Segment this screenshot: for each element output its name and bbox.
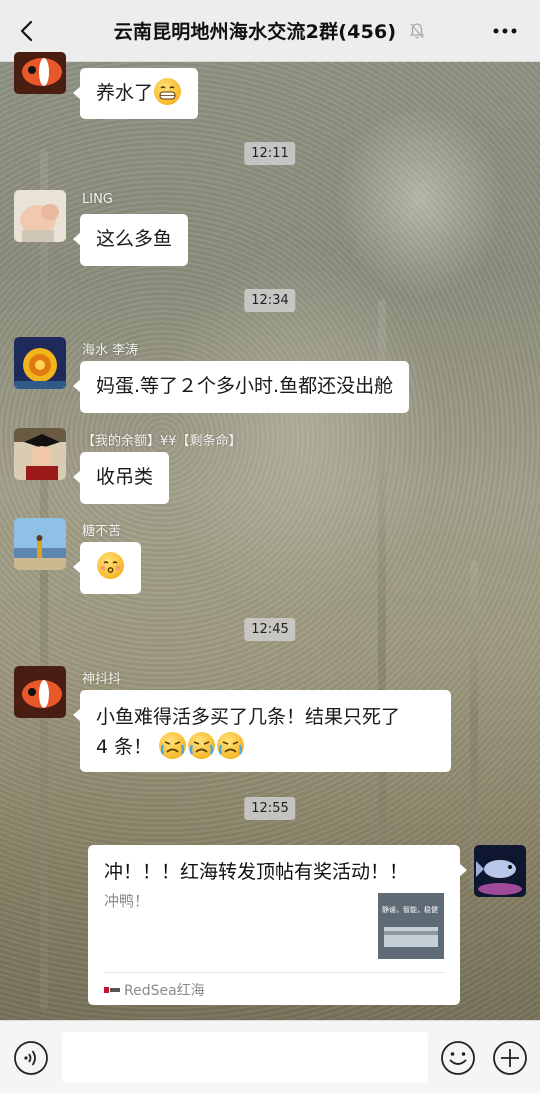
- link-card-thumbnail: 静谧，智能，稳健: [378, 893, 444, 959]
- more-horizontal-icon[interactable]: [492, 27, 518, 35]
- thumbnail-text: 静谧，智能，稳健: [382, 906, 438, 914]
- sender-name: 海水 李涛: [82, 343, 139, 358]
- sender-name: 糖不苦: [82, 524, 122, 539]
- message-text: 小鱼难得活多买了几条！结果只死了: [96, 706, 401, 728]
- message-text: 收吊类: [96, 466, 154, 488]
- message-bubble[interactable]: 收吊类: [72, 452, 170, 504]
- message-bubble[interactable]: 小鱼难得活多买了几条！结果只死了 4 条！: [73, 690, 451, 772]
- timestamp: 12:11: [244, 142, 296, 165]
- message-text: 4 条！: [96, 736, 153, 758]
- timestamp: 12:45: [244, 618, 296, 641]
- avatar[interactable]: [14, 337, 66, 389]
- message-text: 妈蛋.等了２个多小时.鱼都还没出舱: [96, 375, 394, 397]
- timestamp: 12:55: [244, 797, 296, 820]
- message-list[interactable]: 养水了 12:11 LING 这么多鱼 12:34 海水 李涛 妈蛋.等了２个多…: [0, 52, 540, 1020]
- plus-icon[interactable]: [492, 1040, 528, 1076]
- my-avatar[interactable]: [474, 845, 526, 897]
- avatar[interactable]: [14, 428, 66, 480]
- link-card[interactable]: 冲！！！红海转发顶帖有奖活动！！ 冲鸭！ 静谧，智能，稳健 RedSea红海: [88, 845, 467, 1005]
- message-bubble[interactable]: 这么多鱼: [72, 214, 189, 266]
- sender-name: 神抖抖: [82, 672, 122, 687]
- message-bubble[interactable]: 妈蛋.等了２个多小时.鱼都还没出舱: [72, 361, 410, 413]
- kiss-emoji-icon: [97, 552, 124, 579]
- link-card-description: 冲鸭！: [104, 892, 150, 910]
- avatar[interactable]: [14, 518, 66, 570]
- chat-header: 云南昆明地州海水交流2群(456): [0, 0, 540, 62]
- voice-icon[interactable]: [13, 1040, 49, 1076]
- cry-emoji-icon: [159, 732, 187, 759]
- cry-emoji-icon: [217, 732, 245, 759]
- message-bubble[interactable]: 养水了: [72, 68, 199, 119]
- cry-emoji-icon: [188, 732, 216, 759]
- divider: [104, 972, 444, 973]
- emoji-icon[interactable]: [440, 1040, 476, 1076]
- redsea-logo-icon: [104, 987, 120, 993]
- avatar[interactable]: [14, 190, 66, 242]
- message-text: 养水了: [96, 82, 154, 104]
- message-bubble[interactable]: [73, 542, 141, 594]
- link-card-source: RedSea红海: [124, 983, 205, 999]
- bell-off-icon: [410, 22, 425, 38]
- message-text: 这么多鱼: [96, 228, 173, 250]
- avatar[interactable]: [14, 52, 66, 94]
- chat-title[interactable]: 云南昆明地州海水交流2群(456): [114, 17, 397, 44]
- sender-name: LING: [82, 192, 113, 207]
- avatar[interactable]: [14, 666, 66, 718]
- sender-name: 【我的余额】¥¥【剩条命】: [82, 434, 242, 449]
- grin-emoji-icon: [154, 78, 182, 105]
- link-card-title: 冲！！！红海转发顶帖有奖活动！！: [104, 861, 409, 883]
- message-input[interactable]: [62, 1032, 428, 1083]
- chevron-left-icon[interactable]: [14, 17, 42, 45]
- timestamp: 12:34: [244, 289, 296, 312]
- input-bar: [0, 1020, 540, 1093]
